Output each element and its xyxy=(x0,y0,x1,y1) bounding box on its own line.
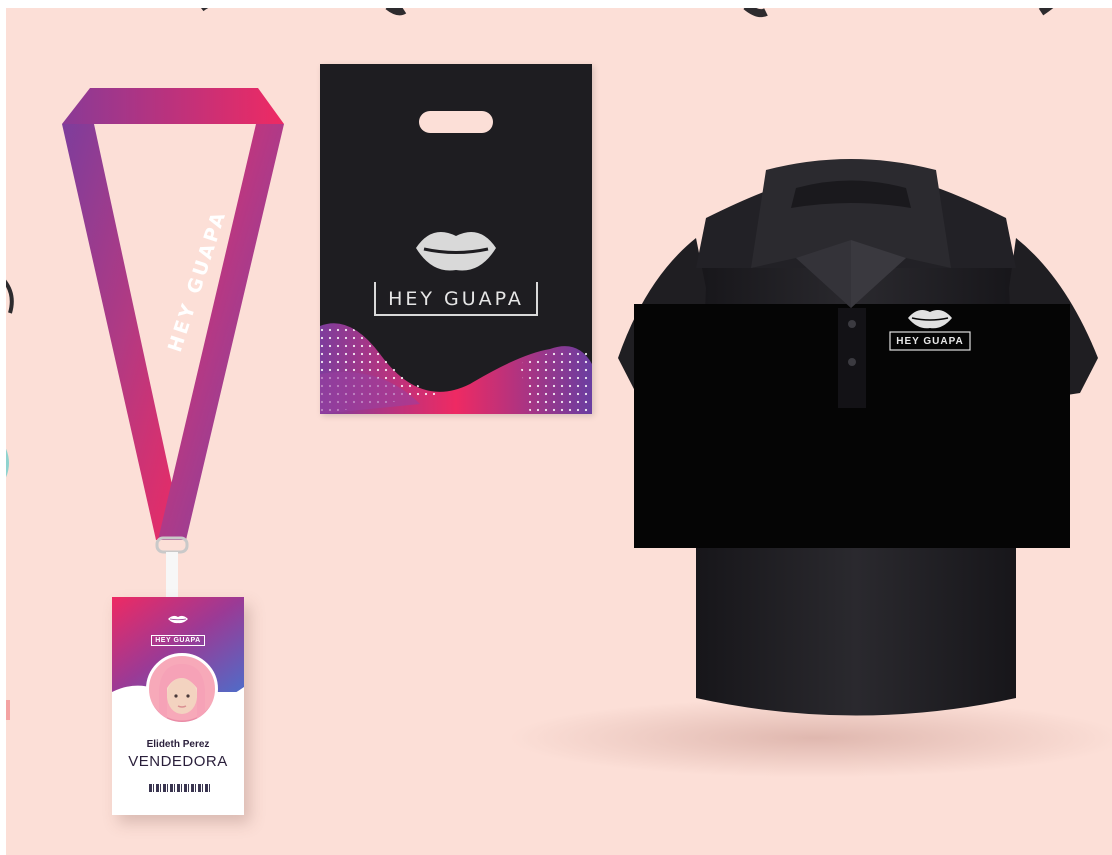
mockup-canvas: HEY GUAPA HEY GUAPA Elideth Perez VENDED… xyxy=(6,8,1112,855)
shirt-logo-text: HEY GUAPA xyxy=(896,336,964,347)
polo-shirt xyxy=(618,159,1098,716)
